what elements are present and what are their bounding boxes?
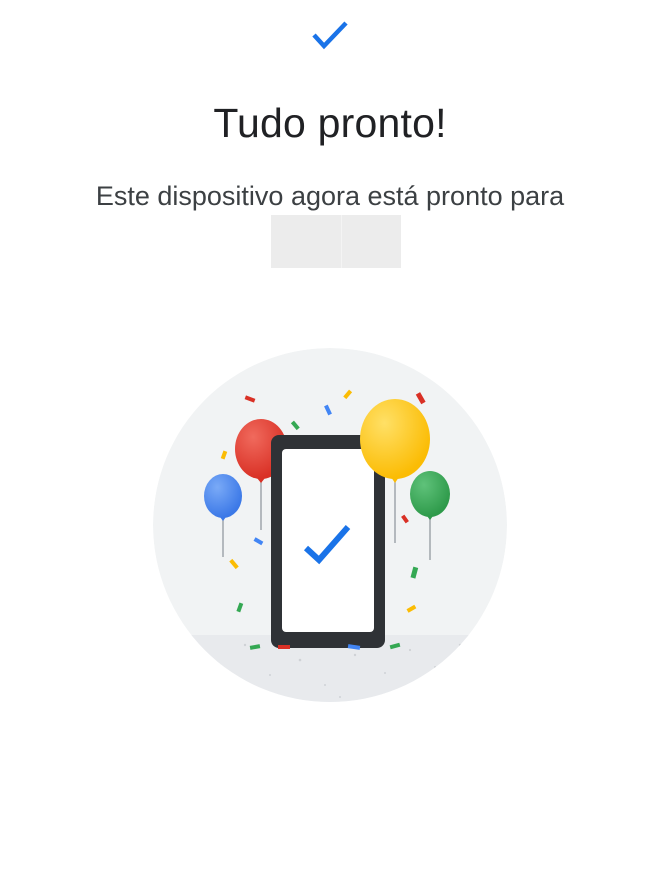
page-title: Tudo pronto! [213,100,447,146]
checkmark-icon [312,21,348,50]
subtitle-text: Este dispositivo agora está pronto para [95,181,565,211]
phone-celebration-illustration [153,348,507,702]
redacted-device-name [271,215,401,268]
